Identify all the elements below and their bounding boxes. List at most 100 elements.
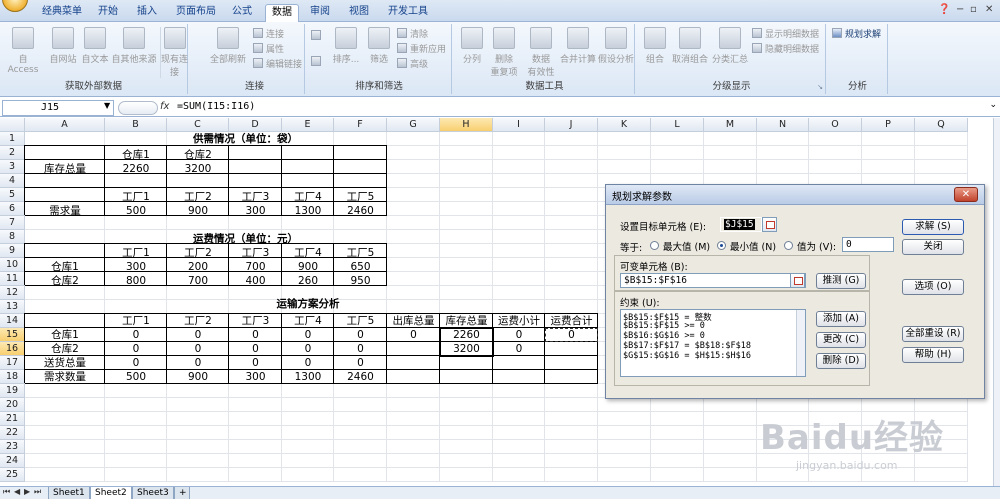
row-header-18[interactable]: 18 [0, 370, 25, 384]
chevron-down-icon[interactable]: ▼ [104, 101, 110, 110]
column-header-j[interactable]: J [545, 118, 598, 132]
advanced-filter-button[interactable]: 高级 [397, 58, 428, 72]
restore-icon[interactable]: ▫ [970, 4, 977, 15]
column-header-k[interactable]: K [598, 118, 651, 132]
column-header-h[interactable]: H [440, 118, 493, 132]
next-sheet-icon[interactable]: ▶ [24, 487, 30, 496]
solve-button[interactable]: 求解 (S) [902, 219, 964, 235]
change-constraint-button[interactable]: 更改 (C) [816, 332, 866, 348]
value-radio[interactable] [784, 241, 793, 250]
from-text-button[interactable]: 自文本 [80, 27, 110, 65]
column-header-g[interactable]: G [387, 118, 440, 132]
column-header-n[interactable]: N [757, 118, 809, 132]
formula-input[interactable]: =SUM(I15:I16) [177, 101, 255, 112]
tab-developer[interactable]: 开发工具 [382, 4, 434, 22]
column-header-a[interactable]: A [25, 118, 105, 132]
close-icon[interactable]: ✕ [985, 4, 993, 15]
last-sheet-icon[interactable]: ⏭ [34, 487, 41, 497]
close-button[interactable]: 关闭 [902, 239, 964, 255]
constraints-list[interactable]: $B$15:$F$15 = 整数 $B$15:$F$15 >= 0 $B$16:… [620, 309, 806, 377]
from-other-sources-button[interactable]: 自其他来源 [110, 27, 158, 65]
dialog-title-bar[interactable]: 规划求解参数 ✕ [606, 185, 984, 205]
collapse-dialog-icon-2[interactable] [790, 273, 805, 288]
row-header-24[interactable]: 24 [0, 454, 25, 468]
prev-sheet-icon[interactable]: ◀ [14, 487, 20, 496]
consolidate-button[interactable]: 合并计算 [559, 27, 597, 65]
options-button[interactable]: 选项 (O) [902, 279, 964, 295]
reapply-button[interactable]: 重新应用 [397, 43, 446, 57]
column-header-q[interactable]: Q [915, 118, 968, 132]
value-input[interactable]: 0 [842, 237, 894, 252]
connections-button[interactable]: 连接 [253, 28, 284, 42]
insert-function-icon[interactable]: fx [160, 101, 169, 112]
expand-formula-bar-icon[interactable]: ⌄ [989, 100, 997, 110]
column-header-f[interactable]: F [334, 118, 387, 132]
constraint-item[interactable]: $G$15:$G$16 = $H$15:$H$16 [623, 351, 751, 361]
subtotal-button[interactable]: 分类汇总 [710, 27, 750, 65]
column-header-c[interactable]: C [167, 118, 229, 132]
remove-duplicates-button[interactable]: 删除 重复项 [487, 27, 521, 78]
row-header-5[interactable]: 5 [0, 188, 25, 202]
row-header-9[interactable]: 9 [0, 244, 25, 258]
row-header-19[interactable]: 19 [0, 384, 25, 398]
row-header-7[interactable]: 7 [0, 216, 25, 230]
tab-page-layout[interactable]: 页面布局 [170, 4, 222, 22]
from-web-button[interactable]: 自网站 [48, 27, 78, 65]
column-header-p[interactable]: P [862, 118, 915, 132]
help-button[interactable]: 帮助 (H) [902, 347, 964, 363]
guess-button[interactable]: 推测 (G) [816, 273, 866, 289]
row-header-16[interactable]: 16 [0, 342, 25, 356]
row-header-2[interactable]: 2 [0, 146, 25, 160]
ungroup-button[interactable]: 取消组合 [670, 27, 710, 65]
row-header-17[interactable]: 17 [0, 356, 25, 370]
sheet-tab-1[interactable]: Sheet1 [48, 487, 90, 499]
sheet-tab-3[interactable]: Sheet3 [132, 487, 174, 499]
solver-button[interactable]: 规划求解 [832, 28, 881, 42]
select-all-corner[interactable] [0, 118, 25, 132]
changing-cells-input[interactable]: $B$15:$F$16 [620, 273, 806, 288]
row-header-14[interactable]: 14 [0, 314, 25, 328]
column-header-o[interactable]: O [809, 118, 862, 132]
row-header-20[interactable]: 20 [0, 398, 25, 412]
row-header-12[interactable]: 12 [0, 286, 25, 300]
tab-home[interactable]: 开始 [92, 4, 124, 22]
show-detail-button[interactable]: 显示明细数据 [752, 28, 819, 42]
dialog-close-button[interactable]: ✕ [954, 187, 978, 202]
minimize-icon[interactable]: − [956, 4, 964, 15]
name-box[interactable]: J15 [2, 100, 114, 116]
row-header-13[interactable]: 13 [0, 300, 25, 314]
vertical-scrollbar[interactable] [993, 118, 1000, 486]
min-radio[interactable] [717, 241, 726, 250]
column-header-d[interactable]: D [229, 118, 282, 132]
sort-button[interactable]: 排序... [329, 27, 363, 65]
row-header-25[interactable]: 25 [0, 468, 25, 482]
clear-filter-button[interactable]: 清除 [397, 28, 428, 42]
tab-data[interactable]: 数据 [265, 4, 299, 23]
group-button[interactable]: 组合 [642, 27, 668, 65]
constraints-scrollbar[interactable] [796, 310, 805, 376]
refresh-all-button[interactable]: 全部刷新 [209, 27, 247, 65]
row-header-21[interactable]: 21 [0, 412, 25, 426]
sheet-tab-2[interactable]: Sheet2 [90, 487, 132, 499]
row-header-10[interactable]: 10 [0, 258, 25, 272]
row-header-11[interactable]: 11 [0, 272, 25, 286]
text-to-columns-button[interactable]: 分列 [459, 27, 485, 65]
row-header-15[interactable]: 15 [0, 328, 25, 342]
data-validation-button[interactable]: 数据 有效性 [523, 27, 559, 78]
column-header-i[interactable]: I [493, 118, 545, 132]
tab-insert[interactable]: 插入 [131, 4, 163, 22]
column-header-l[interactable]: L [651, 118, 704, 132]
row-header-6[interactable]: 6 [0, 202, 25, 216]
max-radio[interactable] [650, 241, 659, 250]
row-header-22[interactable]: 22 [0, 426, 25, 440]
row-header-4[interactable]: 4 [0, 174, 25, 188]
sort-az-button[interactable] [311, 30, 324, 44]
delete-constraint-button[interactable]: 删除 (D) [816, 353, 866, 369]
insert-sheet-icon[interactable]: + [174, 487, 190, 499]
row-header-1[interactable]: 1 [0, 132, 25, 146]
first-sheet-icon[interactable]: ⏮ [3, 487, 10, 497]
add-constraint-button[interactable]: 添加 (A) [816, 311, 866, 327]
column-header-b[interactable]: B [105, 118, 167, 132]
constraint-item[interactable]: $B$17:$F$17 = $B$18:$F$18 [623, 341, 751, 351]
reset-all-button[interactable]: 全部重设 (R) [902, 326, 964, 342]
